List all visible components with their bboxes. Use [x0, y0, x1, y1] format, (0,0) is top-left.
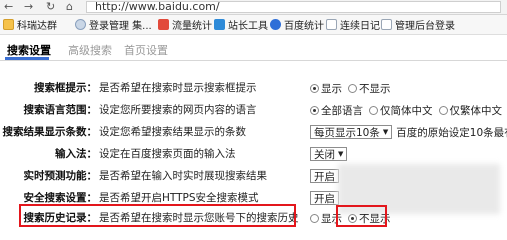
paw-icon	[270, 19, 281, 30]
input-method-select[interactable]: 关闭 ▼	[310, 147, 348, 161]
results-per-page-select[interactable]: 每页显示10条 ▼	[310, 125, 393, 139]
setting-row-input-method: 输入法： 设定在百度搜索页面的输入法 关闭 ▼	[0, 145, 507, 163]
radio-label: 显示	[321, 82, 342, 95]
radio-dot	[310, 83, 319, 93]
radio-dot	[310, 105, 319, 115]
forward-icon[interactable]: →	[24, 0, 33, 14]
radio-group: 显示 不显示	[310, 79, 397, 97]
results-count-control: 每页显示10条▼ 百度的原始设定10条最有效及	[310, 123, 507, 141]
page-icon	[381, 19, 392, 30]
setting-label: 安全搜索设置：	[23, 192, 98, 204]
bookmark-item[interactable]: 站长工具	[214, 17, 268, 32]
active-tab-indicator	[5, 57, 49, 60]
select-value: 每页显示10条	[314, 126, 380, 139]
radio-all-languages[interactable]: 全部语言	[310, 103, 363, 118]
back-icon[interactable]: ←	[4, 0, 13, 14]
tab-search-settings[interactable]: 搜索设置	[7, 42, 51, 58]
bookmark-item[interactable]: 流量统计	[158, 17, 212, 32]
setting-description: 设定您所要搜索的网页内容的语言	[99, 104, 257, 116]
setting-row-results-count: 搜索结果显示条数： 设定您希望搜索结果显示的条数 每页显示10条 ▼ 百度的原始设…	[0, 123, 507, 141]
radio-label: 全部语言	[321, 104, 363, 117]
setting-row-language: 搜索语言范围： 设定您所要搜索的网页内容的语言 全部语言 仅简体中文 仅繁体中文	[0, 101, 507, 119]
url-text: http://www.baidu.com/	[95, 0, 220, 13]
bookmark-label: 管理后台登录	[395, 21, 455, 32]
bookmark-label: 站长工具	[228, 21, 268, 32]
bookmark-item[interactable]: 连续日记	[326, 17, 380, 32]
settings-tabs: 搜索设置 高级搜索 首页设置	[0, 35, 507, 61]
select-value: 关闭	[314, 148, 335, 161]
setting-label: 输入法：	[55, 148, 97, 160]
bookmark-item[interactable]: 科瑞达群	[3, 17, 57, 32]
chevron-down-icon: ▼	[338, 150, 344, 158]
tab-advanced-search[interactable]: 高级搜索	[68, 42, 112, 58]
bookmark-label: 登录管理 集...	[89, 21, 152, 32]
home-icon[interactable]: ⌂	[66, 0, 73, 14]
bookmark-label: 流量统计	[172, 21, 212, 32]
reload-icon[interactable]: ↻	[46, 0, 55, 14]
setting-description: 是否希望在输入时实时展现搜索结果	[99, 170, 267, 182]
select-value: 开启	[314, 170, 335, 183]
setting-label: 搜索结果显示条数：	[2, 126, 98, 138]
radio-hide[interactable]: 不显示	[348, 81, 391, 96]
radio-label: 仅简体中文	[380, 104, 433, 117]
radio-group: 全部语言 仅简体中文 仅繁体中文	[310, 101, 507, 119]
highlight-box-hide-option	[336, 205, 387, 227]
setting-description: 是否希望在搜索时显示搜索框提示	[99, 82, 257, 94]
setting-description: 是否希望开启HTTPS安全搜索模式	[99, 192, 259, 204]
radio-simplified-chinese[interactable]: 仅简体中文	[369, 103, 433, 118]
radio-dot	[348, 83, 357, 93]
bookmark-label: 连续日记	[340, 21, 380, 32]
address-bar: ← → ↻ ⌂ http://www.baidu.com/	[0, 0, 507, 15]
radio-dot	[438, 105, 448, 115]
setting-row-search-hint: 搜索框提示： 是否希望在搜索时显示搜索框提示 显示 不显示	[0, 79, 507, 97]
bookmark-label: 科瑞达群	[17, 21, 57, 32]
radio-label: 不显示	[359, 82, 391, 95]
setting-label: 实时预测功能：	[23, 170, 98, 182]
folder-icon	[3, 19, 14, 30]
setting-note: 百度的原始设定10条最有效及	[396, 126, 507, 139]
radio-traditional-chinese[interactable]: 仅繁体中文	[438, 103, 503, 118]
radio-dot	[369, 105, 378, 115]
radio-label: 仅繁体中文	[449, 104, 503, 117]
url-field[interactable]: http://www.baidu.com/	[86, 0, 501, 13]
setting-label: 搜索框提示：	[34, 82, 97, 94]
setting-label: 搜索语言范围：	[23, 104, 98, 116]
tab-homepage-settings[interactable]: 首页设置	[124, 42, 168, 58]
bookmark-item[interactable]: 管理后台登录	[381, 17, 455, 32]
bookmark-label: 百度统计	[284, 21, 324, 32]
input-method-control: 关闭 ▼	[310, 145, 348, 163]
setting-description: 设定您希望搜索结果显示的条数	[99, 126, 246, 138]
instant-prediction-control: 开启	[310, 167, 339, 185]
chevron-down-icon: ▼	[382, 128, 389, 136]
setting-description: 设定在百度搜索页面的输入法	[99, 148, 236, 160]
page-icon	[326, 19, 337, 30]
tool-icon	[214, 19, 225, 30]
instant-prediction-select[interactable]: 开启	[310, 169, 339, 183]
safe-search-control: 开启	[310, 189, 339, 207]
radio-show[interactable]: 显示	[310, 81, 342, 96]
radio-dot	[310, 213, 319, 223]
select-value: 开启	[314, 192, 335, 205]
bookmarks-bar: 科瑞达群 登录管理 集... 流量统计 站长工具 百度统计 连续日记 管理后台登…	[0, 15, 507, 35]
bookmark-item[interactable]: 百度统计	[270, 17, 324, 32]
chart-icon	[158, 19, 169, 30]
safe-search-select[interactable]: 开启	[310, 191, 339, 205]
bookmark-item[interactable]: 登录管理 集...	[75, 17, 152, 32]
globe-icon	[75, 19, 86, 30]
highlight-box-history-label	[19, 204, 296, 227]
